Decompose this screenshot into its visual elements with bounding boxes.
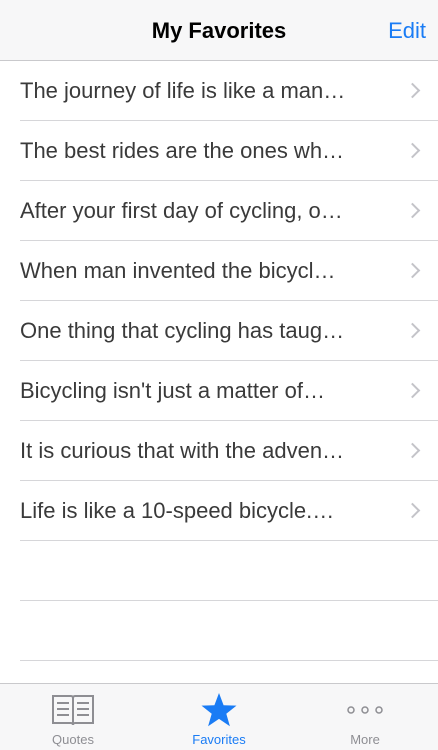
list-item[interactable]: Bicycling isn't just a matter of… bbox=[20, 361, 438, 421]
edit-button[interactable]: Edit bbox=[388, 0, 426, 61]
empty-row bbox=[20, 541, 438, 601]
list-item[interactable]: The best rides are the ones wh… bbox=[20, 121, 438, 181]
tab-favorites[interactable]: Favorites bbox=[146, 684, 292, 750]
list-item-label: One thing that cycling has taug… bbox=[20, 318, 345, 343]
tab-bar: Quotes Favorites More bbox=[0, 683, 438, 750]
list-item[interactable]: One thing that cycling has taug… bbox=[20, 301, 438, 361]
book-icon bbox=[52, 695, 94, 726]
chevron-right-icon bbox=[404, 382, 421, 399]
list-item[interactable]: When man invented the bicycl… bbox=[20, 241, 438, 301]
list-item[interactable]: Life is like a 10-speed bicycle.… bbox=[20, 481, 438, 541]
list-item-label: When man invented the bicycl… bbox=[20, 258, 336, 283]
page-title: My Favorites bbox=[151, 18, 287, 43]
list-item[interactable]: The journey of life is like a man… bbox=[20, 61, 438, 121]
empty-row bbox=[20, 601, 438, 661]
tab-label: More bbox=[350, 732, 380, 747]
chevron-right-icon bbox=[404, 322, 421, 339]
list-item-label: The best rides are the ones wh… bbox=[20, 138, 345, 163]
chevron-right-icon bbox=[404, 502, 421, 519]
tab-quotes[interactable]: Quotes bbox=[0, 684, 146, 750]
chevron-right-icon bbox=[404, 142, 421, 159]
list-item-label: The journey of life is like a man… bbox=[20, 78, 346, 103]
tab-label: Quotes bbox=[52, 732, 94, 747]
chevron-right-icon bbox=[404, 442, 421, 459]
chevron-right-icon bbox=[404, 262, 421, 279]
list-item-label: It is curious that with the adven… bbox=[20, 438, 345, 463]
list-item[interactable]: It is curious that with the adven… bbox=[20, 421, 438, 481]
tab-label: Favorites bbox=[192, 732, 246, 747]
star-icon bbox=[201, 693, 237, 727]
favorites-list: The journey of life is like a man… The b… bbox=[0, 61, 438, 661]
list-item-label: Bicycling isn't just a matter of… bbox=[20, 378, 325, 403]
list-item-label: After your first day of cycling, o… bbox=[20, 198, 343, 223]
more-dots-icon bbox=[347, 706, 383, 714]
list-item-label: Life is like a 10-speed bicycle.… bbox=[20, 498, 335, 523]
chevron-right-icon bbox=[404, 82, 421, 99]
navigation-bar: My Favorites Edit bbox=[0, 0, 438, 61]
chevron-right-icon bbox=[404, 202, 421, 219]
list-item[interactable]: After your first day of cycling, o… bbox=[20, 181, 438, 241]
tab-more[interactable]: More bbox=[292, 684, 438, 750]
